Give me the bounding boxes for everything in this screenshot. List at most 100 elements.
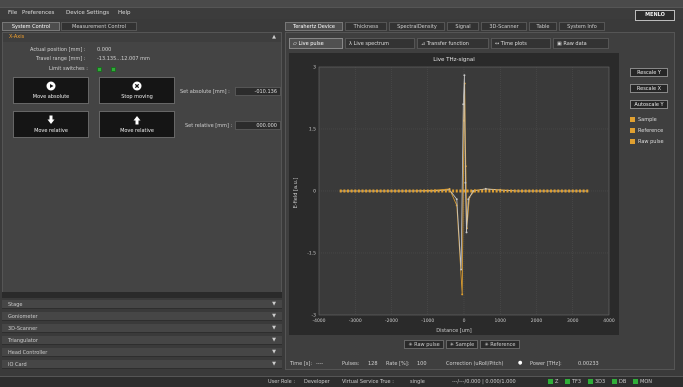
x-tick-label: 2000: [531, 318, 543, 324]
x-tick-label: -4000: [312, 318, 325, 324]
subtab-live-pulse[interactable]: ▱ Live pulse: [289, 38, 343, 49]
set-relative-input[interactable]: 000.000: [235, 121, 281, 130]
tab-spectral-density[interactable]: SpectralDensity: [389, 22, 445, 31]
accordion-stage[interactable]: Stage ▼: [2, 299, 282, 309]
menu-help[interactable]: Help: [118, 10, 131, 16]
led-icon: [548, 379, 553, 384]
baseline-marker: [586, 189, 589, 193]
tab-terahertz-device[interactable]: Terahertz Device: [285, 22, 343, 31]
baseline-marker: [426, 189, 429, 193]
subtab-live-pulse-label: Live pulse: [298, 41, 324, 47]
tab-measurement-control[interactable]: Measurement Control: [61, 22, 137, 31]
baseline-marker: [575, 189, 578, 193]
move-relative-minus-button[interactable]: Move relative: [13, 111, 89, 138]
baseline-marker: [390, 189, 393, 193]
menu-bar: File Preferences Device Settings Help ME…: [0, 8, 683, 21]
set-absolute-input[interactable]: -010.136: [235, 87, 281, 96]
data-point-reference: [460, 268, 463, 271]
menu-file[interactable]: File: [8, 10, 17, 16]
led-icon: [565, 379, 570, 384]
pulses-value: 128: [368, 361, 378, 367]
stop-moving-label: Stop moving: [121, 94, 153, 100]
legend-raw-pulse[interactable]: Raw pulse: [630, 139, 664, 145]
stop-moving-button[interactable]: Stop moving: [99, 77, 175, 104]
spectrum-icon: λ: [349, 41, 352, 47]
left-panel-scrollbar[interactable]: [2, 292, 282, 298]
baseline-marker: [502, 189, 505, 193]
power-label: Power [THz]:: [530, 361, 562, 367]
baseline-marker: [568, 189, 571, 193]
baseline-marker: [401, 189, 404, 193]
baseline-marker: [376, 189, 378, 193]
rate-label: Rate [%]:: [386, 361, 410, 367]
chevron-down-icon: ▼: [272, 349, 276, 355]
baseline-marker: [499, 189, 502, 193]
move-relative-plus-button[interactable]: Move relative: [99, 111, 175, 138]
baseline-marker: [524, 189, 527, 193]
tab-3d-scanner[interactable]: 3D-Scanner: [481, 22, 527, 31]
move-absolute-button[interactable]: Move absolute: [13, 77, 89, 104]
baseline-marker: [415, 189, 418, 193]
virtual-service-label: Virtual Service True :: [342, 379, 394, 385]
axis-section-header[interactable]: X-Axis ▲: [3, 33, 281, 42]
accordion-3d-scanner[interactable]: 3D-Scanner ▼: [2, 323, 282, 333]
position-readout: ---/---/0.000 | 0.000/1.000: [452, 379, 516, 385]
tab-system-info[interactable]: System Info: [559, 22, 605, 31]
subtab-time-plots[interactable]: ↔ Time plots: [491, 38, 551, 49]
legend-reference[interactable]: Reference: [630, 128, 663, 134]
baseline-marker: [484, 189, 487, 193]
baseline-marker: [517, 189, 520, 193]
baseline-marker: [368, 189, 371, 193]
legend-sample[interactable]: Sample: [630, 117, 657, 123]
baseline-marker: [354, 189, 357, 193]
baseline-marker: [452, 189, 455, 193]
subtab-time-plots-label: Time plots: [500, 41, 527, 47]
baseline-marker: [386, 189, 389, 193]
data-point-reference: [464, 181, 467, 184]
accordion-io-card[interactable]: IO Card ▼: [2, 359, 282, 369]
baseline-marker: [466, 189, 469, 193]
led-icon: [588, 379, 593, 384]
rescale-x-button[interactable]: Rescale X: [630, 84, 668, 93]
data-point-reference: [472, 190, 475, 192]
subtab-raw-data[interactable]: ▣ Raw data: [553, 38, 609, 49]
baseline-marker: [539, 189, 542, 193]
tab-table[interactable]: Table: [529, 22, 557, 31]
baseline-marker: [546, 189, 549, 193]
baseline-marker: [506, 189, 509, 193]
baseline-marker: [459, 189, 462, 193]
baseline-marker: [528, 189, 531, 193]
subtab-raw-data-label: Raw data: [563, 41, 587, 47]
baseline-marker: [535, 189, 538, 193]
radio-dot-icon[interactable]: ●: [518, 360, 522, 366]
x-tick-label: -3000: [349, 318, 362, 324]
accordion-goniometer[interactable]: Goniometer ▼: [2, 311, 282, 321]
menu-device-settings[interactable]: Device Settings: [66, 10, 109, 16]
play-icon: [46, 81, 56, 91]
x-tick-label: 3000: [567, 318, 579, 324]
data-point-sample: [461, 293, 464, 296]
tab-signal[interactable]: Signal: [447, 22, 479, 31]
signal-panel: ▱ Live pulse λ Live spectrum ⊿ Transfer …: [285, 32, 675, 370]
toggle-sample[interactable]: ✳ Sample: [446, 340, 478, 349]
legend-reference-label: Reference: [638, 128, 664, 134]
baseline-marker: [571, 189, 574, 193]
menu-preferences[interactable]: Preferences: [22, 10, 54, 16]
indicator-db: DB: [612, 379, 626, 385]
accordion-head-controller[interactable]: Head Controller ▼: [2, 347, 282, 357]
autoscale-y-button[interactable]: Autoscale Y: [630, 100, 668, 109]
rescale-y-button[interactable]: Rescale Y: [630, 68, 668, 77]
subtab-transfer-function[interactable]: ⊿ Transfer function: [417, 38, 489, 49]
toggle-sample-label: Sample: [455, 342, 475, 348]
chevron-up-icon[interactable]: ▲: [272, 33, 276, 42]
tab-thickness[interactable]: Thickness: [345, 22, 387, 31]
toggle-reference[interactable]: ✳ Reference: [480, 340, 520, 349]
toggle-raw-pulse[interactable]: ✳ Raw pulse: [404, 340, 444, 349]
subtab-live-spectrum[interactable]: λ Live spectrum: [345, 38, 415, 49]
arrows-icon: ↔: [495, 41, 500, 47]
accordion-triangulator[interactable]: Triangulator ▼: [2, 335, 282, 345]
baseline-marker: [412, 189, 415, 193]
baseline-marker: [542, 189, 545, 193]
thz-signal-chart[interactable]: Live THz-signal -4000 -3000 -2000 -1000 0 100…: [289, 53, 619, 335]
tab-system-control[interactable]: System Control: [2, 22, 60, 31]
